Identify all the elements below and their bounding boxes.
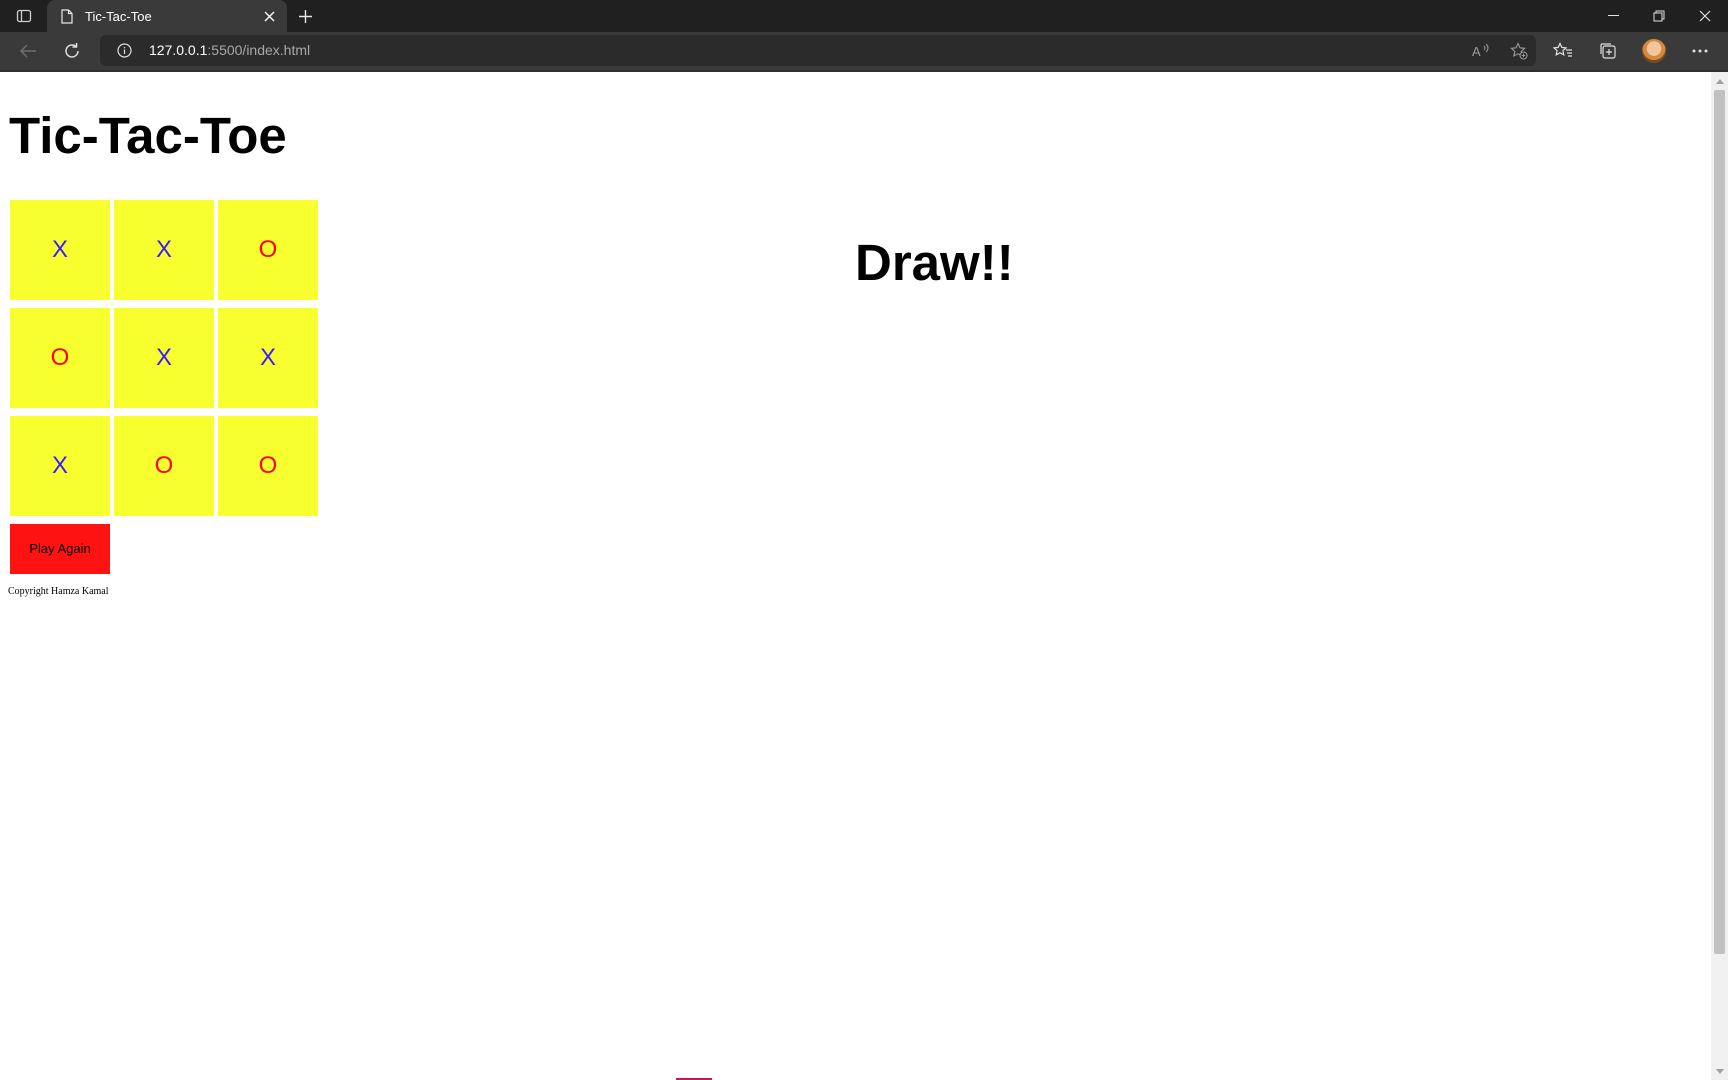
scroll-down-icon[interactable] bbox=[1711, 1064, 1728, 1078]
new-tab-icon[interactable] bbox=[292, 4, 318, 28]
board-cell[interactable]: O bbox=[114, 416, 214, 516]
avatar bbox=[1642, 39, 1666, 63]
tab-title: Tic-Tac-Toe bbox=[85, 8, 152, 24]
browser-titlebar: Tic-Tac-Toe bbox=[0, 0, 1728, 32]
vertical-scrollbar[interactable] bbox=[1711, 72, 1728, 1080]
url-text[interactable]: 127.0.0.1:5500/index.html bbox=[149, 42, 310, 58]
site-info-icon[interactable] bbox=[116, 42, 132, 58]
tab-close-icon[interactable] bbox=[257, 4, 281, 28]
more-options-icon[interactable] bbox=[1686, 37, 1714, 65]
game-result: Draw!! bbox=[855, 234, 1014, 291]
scroll-up-icon[interactable] bbox=[1711, 74, 1728, 88]
play-again-button[interactable]: Play Again bbox=[10, 524, 110, 574]
refresh-icon[interactable] bbox=[58, 37, 86, 65]
add-favorite-icon[interactable] bbox=[1510, 42, 1528, 60]
board-cell[interactable]: X bbox=[114, 200, 214, 300]
board-cell[interactable]: X bbox=[218, 308, 318, 408]
close-window-icon[interactable] bbox=[1682, 0, 1728, 32]
profile-avatar[interactable] bbox=[1640, 37, 1668, 65]
collections-icon[interactable] bbox=[1594, 37, 1622, 65]
page-title: Tic-Tac-Toe bbox=[9, 107, 287, 164]
favorites-icon[interactable] bbox=[1549, 37, 1577, 65]
address-bar[interactable]: 127.0.0.1:5500/index.html A bbox=[100, 35, 1536, 66]
board-cell[interactable]: X bbox=[10, 416, 110, 516]
browser-toolbar: 127.0.0.1:5500/index.html A bbox=[0, 32, 1728, 70]
minimize-icon[interactable] bbox=[1590, 0, 1636, 32]
copyright-text: Copyright Hamza Kamal bbox=[8, 586, 109, 597]
board-cell[interactable]: X bbox=[10, 200, 110, 300]
board-cell[interactable]: O bbox=[218, 200, 318, 300]
scroll-thumb[interactable] bbox=[1714, 90, 1725, 954]
browser-tab[interactable]: Tic-Tac-Toe bbox=[47, 0, 287, 32]
page-icon bbox=[59, 8, 75, 24]
back-icon[interactable] bbox=[14, 37, 42, 65]
board-cell[interactable]: O bbox=[10, 308, 110, 408]
board-cell[interactable]: O bbox=[218, 416, 318, 516]
restore-icon[interactable] bbox=[1636, 0, 1682, 32]
tab-actions-icon[interactable] bbox=[10, 6, 38, 26]
read-aloud-icon[interactable]: A bbox=[1472, 42, 1490, 60]
board-cell[interactable]: X bbox=[114, 308, 214, 408]
svg-text:A: A bbox=[1472, 44, 1481, 59]
page-viewport: Tic-Tac-Toe X X O O X X X O O Play Again… bbox=[0, 72, 1711, 1080]
